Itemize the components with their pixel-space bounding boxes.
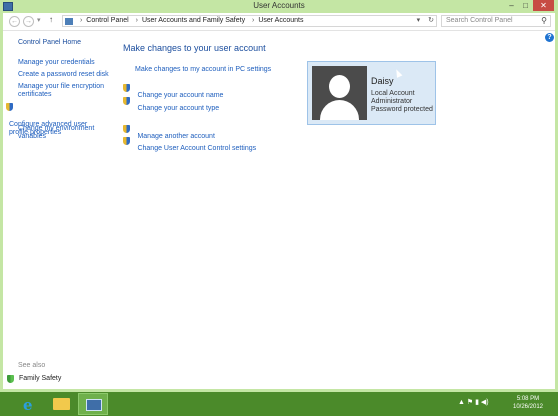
family-safety-link[interactable]: Family Safety — [7, 375, 61, 383]
taskbar-control-panel[interactable] — [78, 393, 108, 415]
uac-settings-link[interactable]: Change User Account Control settings — [123, 137, 256, 155]
refresh-button[interactable]: ↻ — [428, 17, 434, 24]
user-accounts-window: User Accounts – □ ✕ ← → ▾ ↑ › Control Pa… — [0, 0, 558, 392]
minimize-button[interactable]: – — [505, 0, 518, 11]
account-card[interactable]: Daisy Local Account Administrator Passwo… — [307, 61, 436, 125]
avatar[interactable] — [312, 66, 367, 120]
breadcrumb-user-accounts[interactable]: User Accounts — [258, 17, 303, 24]
window-title: User Accounts — [253, 1, 305, 10]
address-bar[interactable]: › Control Panel › User Accounts and Fami… — [62, 15, 437, 27]
control-panel-icon — [86, 399, 102, 411]
clock-date: 10/26/2012 — [512, 404, 544, 410]
clock-time: 5:08 PM — [516, 396, 540, 402]
address-dropdown-button[interactable]: ▾ — [417, 17, 421, 24]
breadcrumb: › Control Panel › User Accounts and Fami… — [77, 17, 305, 24]
mouse-cursor-icon — [393, 68, 403, 78]
link-label[interactable]: Change your account type — [137, 105, 219, 112]
taskbar-internet-explorer[interactable]: e — [15, 393, 45, 415]
uac-shield-icon — [123, 84, 130, 92]
folder-icon — [53, 398, 70, 410]
sidebar-item-file-encryption[interactable]: Manage your file encryption certificates — [18, 83, 113, 99]
avatar-head — [329, 75, 350, 98]
account-status: Password protected — [371, 106, 433, 113]
uac-shield-icon — [123, 125, 130, 133]
account-name: Daisy — [371, 76, 394, 86]
avatar-body — [320, 100, 359, 120]
back-button[interactable]: ← — [9, 16, 20, 27]
change-account-type-link[interactable]: Change your account type — [123, 97, 219, 115]
search-icon[interactable]: ⚲ — [541, 16, 547, 25]
search-placeholder: Search Control Panel — [446, 17, 513, 24]
close-button[interactable]: ✕ — [533, 0, 554, 11]
search-box[interactable]: Search Control Panel ⚲ — [441, 15, 551, 27]
taskbar: e ▲ ⚑ ▮ ◀) 5:08 PM 10/26/2012 — [0, 392, 558, 416]
uac-shield-icon — [123, 97, 130, 105]
system-clock[interactable]: 5:08 PM 10/26/2012 — [510, 395, 546, 411]
system-tray-icons[interactable]: ▲ ⚑ ▮ ◀) — [458, 398, 489, 406]
account-role: Administrator — [371, 98, 413, 105]
family-safety-label[interactable]: Family Safety — [19, 375, 61, 382]
page-title: Make changes to your user account — [123, 43, 266, 53]
title-bar[interactable]: User Accounts – □ ✕ — [0, 0, 558, 13]
up-button[interactable]: ↑ — [49, 15, 53, 24]
family-safety-icon — [7, 375, 14, 383]
breadcrumb-user-accounts-family-safety[interactable]: User Accounts and Family Safety — [142, 17, 245, 24]
breadcrumb-separator[interactable]: › — [252, 17, 254, 24]
breadcrumb-separator[interactable]: › — [136, 17, 138, 24]
see-also-heading: See also — [18, 362, 46, 369]
maximize-button[interactable]: □ — [519, 0, 532, 11]
sidebar-item-control-panel-home[interactable]: Control Panel Home — [18, 39, 113, 47]
forward-button[interactable]: → — [23, 16, 34, 27]
navigation-bar: ← → ▾ ↑ › Control Panel › User Accounts … — [3, 13, 555, 31]
sidebar-item-environment-variables[interactable]: Change my environment variables — [18, 125, 113, 141]
pc-settings-link[interactable]: Make changes to my account in PC setting… — [135, 66, 271, 74]
recent-locations-dropdown[interactable]: ▾ — [37, 16, 41, 24]
taskbar-file-explorer[interactable] — [46, 393, 76, 415]
uac-shield-icon — [6, 103, 13, 111]
content-area: ← → ▾ ↑ › Control Panel › User Accounts … — [3, 13, 555, 389]
sidebar-item-password-reset-disk[interactable]: Create a password reset disk — [18, 71, 113, 79]
link-label[interactable]: Change User Account Control settings — [137, 145, 256, 152]
breadcrumb-separator: › — [80, 17, 83, 24]
uac-shield-icon — [123, 137, 130, 145]
account-type: Local Account — [371, 90, 415, 97]
breadcrumb-control-panel[interactable]: Control Panel — [86, 17, 128, 24]
sidebar-item-manage-credentials[interactable]: Manage your credentials — [18, 59, 113, 67]
internet-explorer-icon: e — [23, 396, 33, 414]
control-panel-icon — [65, 18, 73, 25]
help-icon[interactable]: ? — [545, 33, 554, 42]
